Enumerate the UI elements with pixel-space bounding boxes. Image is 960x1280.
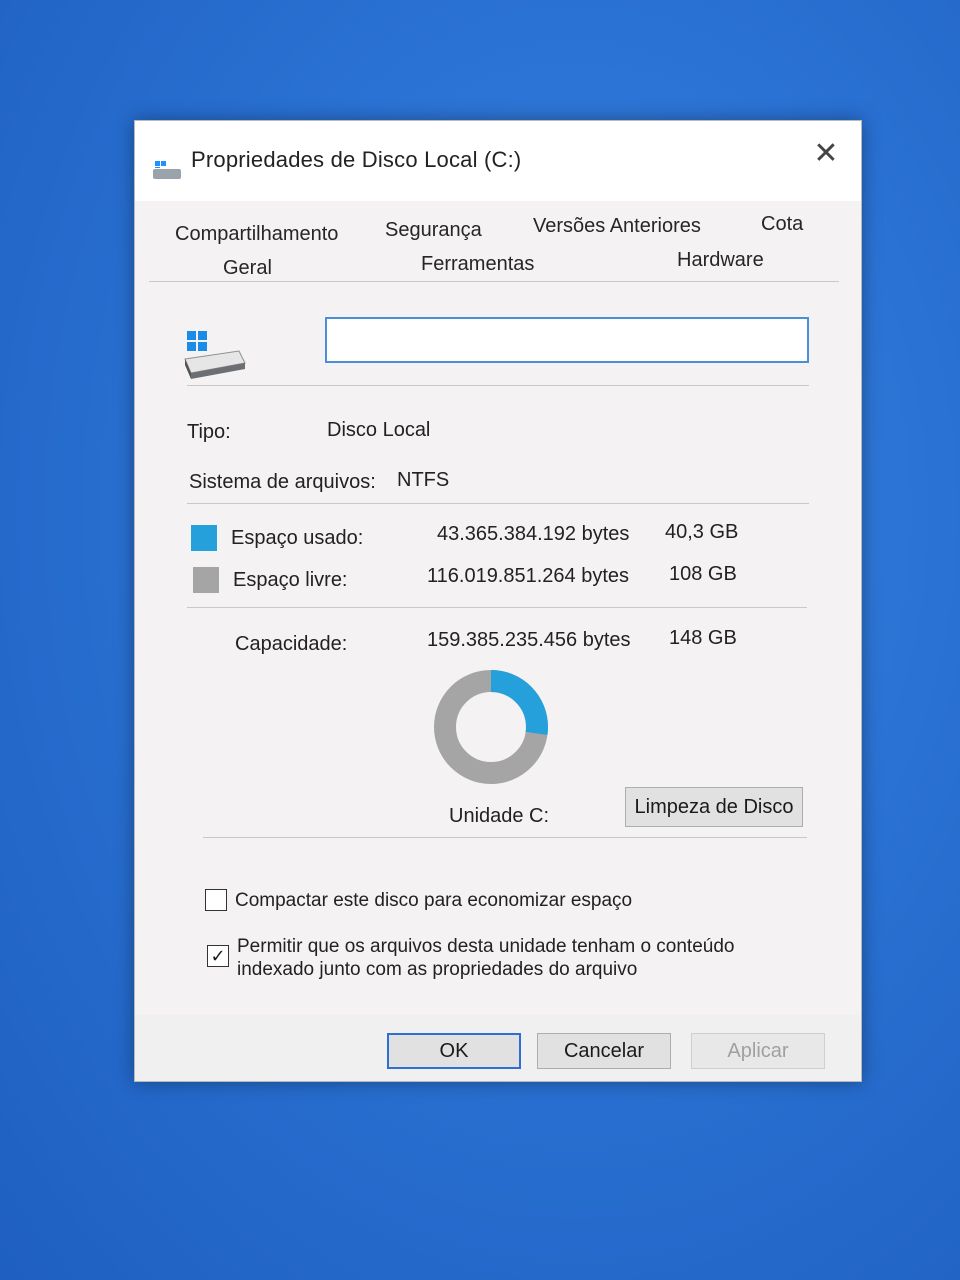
separator [187, 385, 809, 386]
close-icon: ✕ [813, 137, 839, 170]
type-value: Disco Local [327, 419, 431, 441]
disk-cleanup-button[interactable]: Limpeza de Disco [625, 787, 803, 827]
free-space-bytes: 116.019.851.264 bytes [427, 565, 630, 587]
tab-seguranca[interactable]: Segurança [385, 219, 482, 242]
drive-label: Unidade C: [449, 805, 550, 827]
separator [187, 607, 807, 608]
used-space-gb: 40,3 GB [665, 521, 739, 543]
window-title: Propriedades de Disco Local (C:) [191, 147, 522, 172]
used-space-label: Espaço usado: [231, 527, 364, 549]
compress-checkbox[interactable] [205, 889, 227, 911]
capacity-gb: 148 GB [669, 627, 737, 649]
apply-button[interactable]: Aplicar [691, 1033, 825, 1069]
properties-dialog: Propriedades de Disco Local (C:) ✕ Compa… [134, 120, 862, 1082]
separator [203, 837, 807, 838]
capacity-label: Capacidade: [235, 633, 348, 655]
compress-label: Compactar este disco para economizar esp… [235, 890, 633, 911]
tab-hardware[interactable]: Hardware [677, 249, 764, 272]
tab-cota[interactable]: Cota [761, 213, 803, 236]
filesystem-label: Sistema de arquivos: [189, 471, 376, 493]
cancel-button[interactable]: Cancelar [537, 1033, 671, 1069]
capacity-bytes: 159.385.235.456 bytes [427, 629, 631, 651]
ok-button[interactable]: OK [387, 1033, 521, 1069]
used-space-bytes: 43.365.384.192 bytes [437, 523, 630, 545]
volume-name-input[interactable] [325, 317, 809, 363]
tab-geral[interactable]: Geral [223, 257, 272, 280]
index-checkbox[interactable]: ✓ [207, 945, 229, 967]
tab-ferramentas[interactable]: Ferramentas [421, 253, 534, 276]
index-label: Permitir que os arquivos desta unidade t… [237, 936, 735, 980]
free-space-label: Espaço livre: [233, 569, 348, 591]
drive-icon [153, 161, 181, 179]
free-space-gb: 108 GB [669, 563, 737, 585]
tabs-row-2: Geral Ferramentas Hardware [149, 245, 839, 282]
filesystem-value: NTFS [397, 469, 450, 491]
windows-drive-icon [184, 331, 246, 379]
tab-compartilhamento[interactable]: Compartilhamento [175, 223, 338, 246]
used-space-swatch [191, 525, 217, 551]
tabs-row-1: Compartilhamento Segurança Versões Anter… [149, 209, 839, 245]
separator [187, 503, 809, 504]
tab-versoes-anteriores[interactable]: Versões Anteriores [533, 215, 701, 238]
close-button[interactable]: ✕ [801, 131, 851, 177]
disk-usage-donut [434, 670, 548, 784]
title-bar[interactable]: Propriedades de Disco Local (C:) ✕ [135, 121, 861, 201]
type-label: Tipo: [187, 421, 231, 443]
free-space-swatch [193, 567, 219, 593]
